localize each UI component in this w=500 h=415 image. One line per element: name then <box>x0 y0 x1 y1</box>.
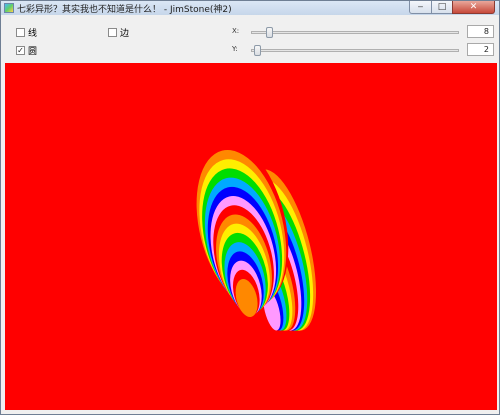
title-bar[interactable]: 七彩异形？其实我也不知道是什么！ - JimStone(神2) ‒ □ ✕ <box>1 1 499 15</box>
control-panel: 线 边 ✓ 圆 X: 8 Y: 2 <box>2 15 498 63</box>
window-title: 七彩异形？其实我也不知道是什么！ - JimStone(神2) <box>17 5 232 15</box>
checkbox-circle-box[interactable]: ✓ <box>16 46 25 55</box>
app-window: 七彩异形？其实我也不知道是什么！ - JimStone(神2) ‒ □ ✕ 线 … <box>0 0 500 415</box>
app-icon <box>4 3 14 13</box>
checkbox-edge-label: 边 <box>120 29 130 39</box>
checkbox-circle[interactable]: ✓ 圆 <box>16 44 37 57</box>
rainbow-shape <box>193 140 320 331</box>
x-value-field[interactable]: 8 <box>467 25 494 38</box>
x-slider-thumb[interactable] <box>266 27 273 38</box>
y-slider[interactable] <box>251 45 459 56</box>
y-slider-thumb[interactable] <box>254 45 261 56</box>
drawing-canvas[interactable] <box>5 63 497 410</box>
checkbox-edge-box[interactable] <box>108 28 117 37</box>
close-button[interactable]: ✕ <box>452 1 495 14</box>
checkbox-circle-label: 圆 <box>28 47 38 57</box>
y-value-field[interactable]: 2 <box>467 43 494 56</box>
maximize-button[interactable]: □ <box>431 1 453 14</box>
checkbox-edge[interactable]: 边 <box>108 26 129 39</box>
checkbox-line-label: 线 <box>28 29 38 39</box>
x-slider[interactable] <box>251 27 459 38</box>
checkbox-line-box[interactable] <box>16 28 25 37</box>
checkbox-line[interactable]: 线 <box>16 26 37 39</box>
y-slider-label: Y: <box>232 45 238 53</box>
minimize-button[interactable]: ‒ <box>409 1 432 14</box>
x-slider-label: X: <box>232 27 240 35</box>
